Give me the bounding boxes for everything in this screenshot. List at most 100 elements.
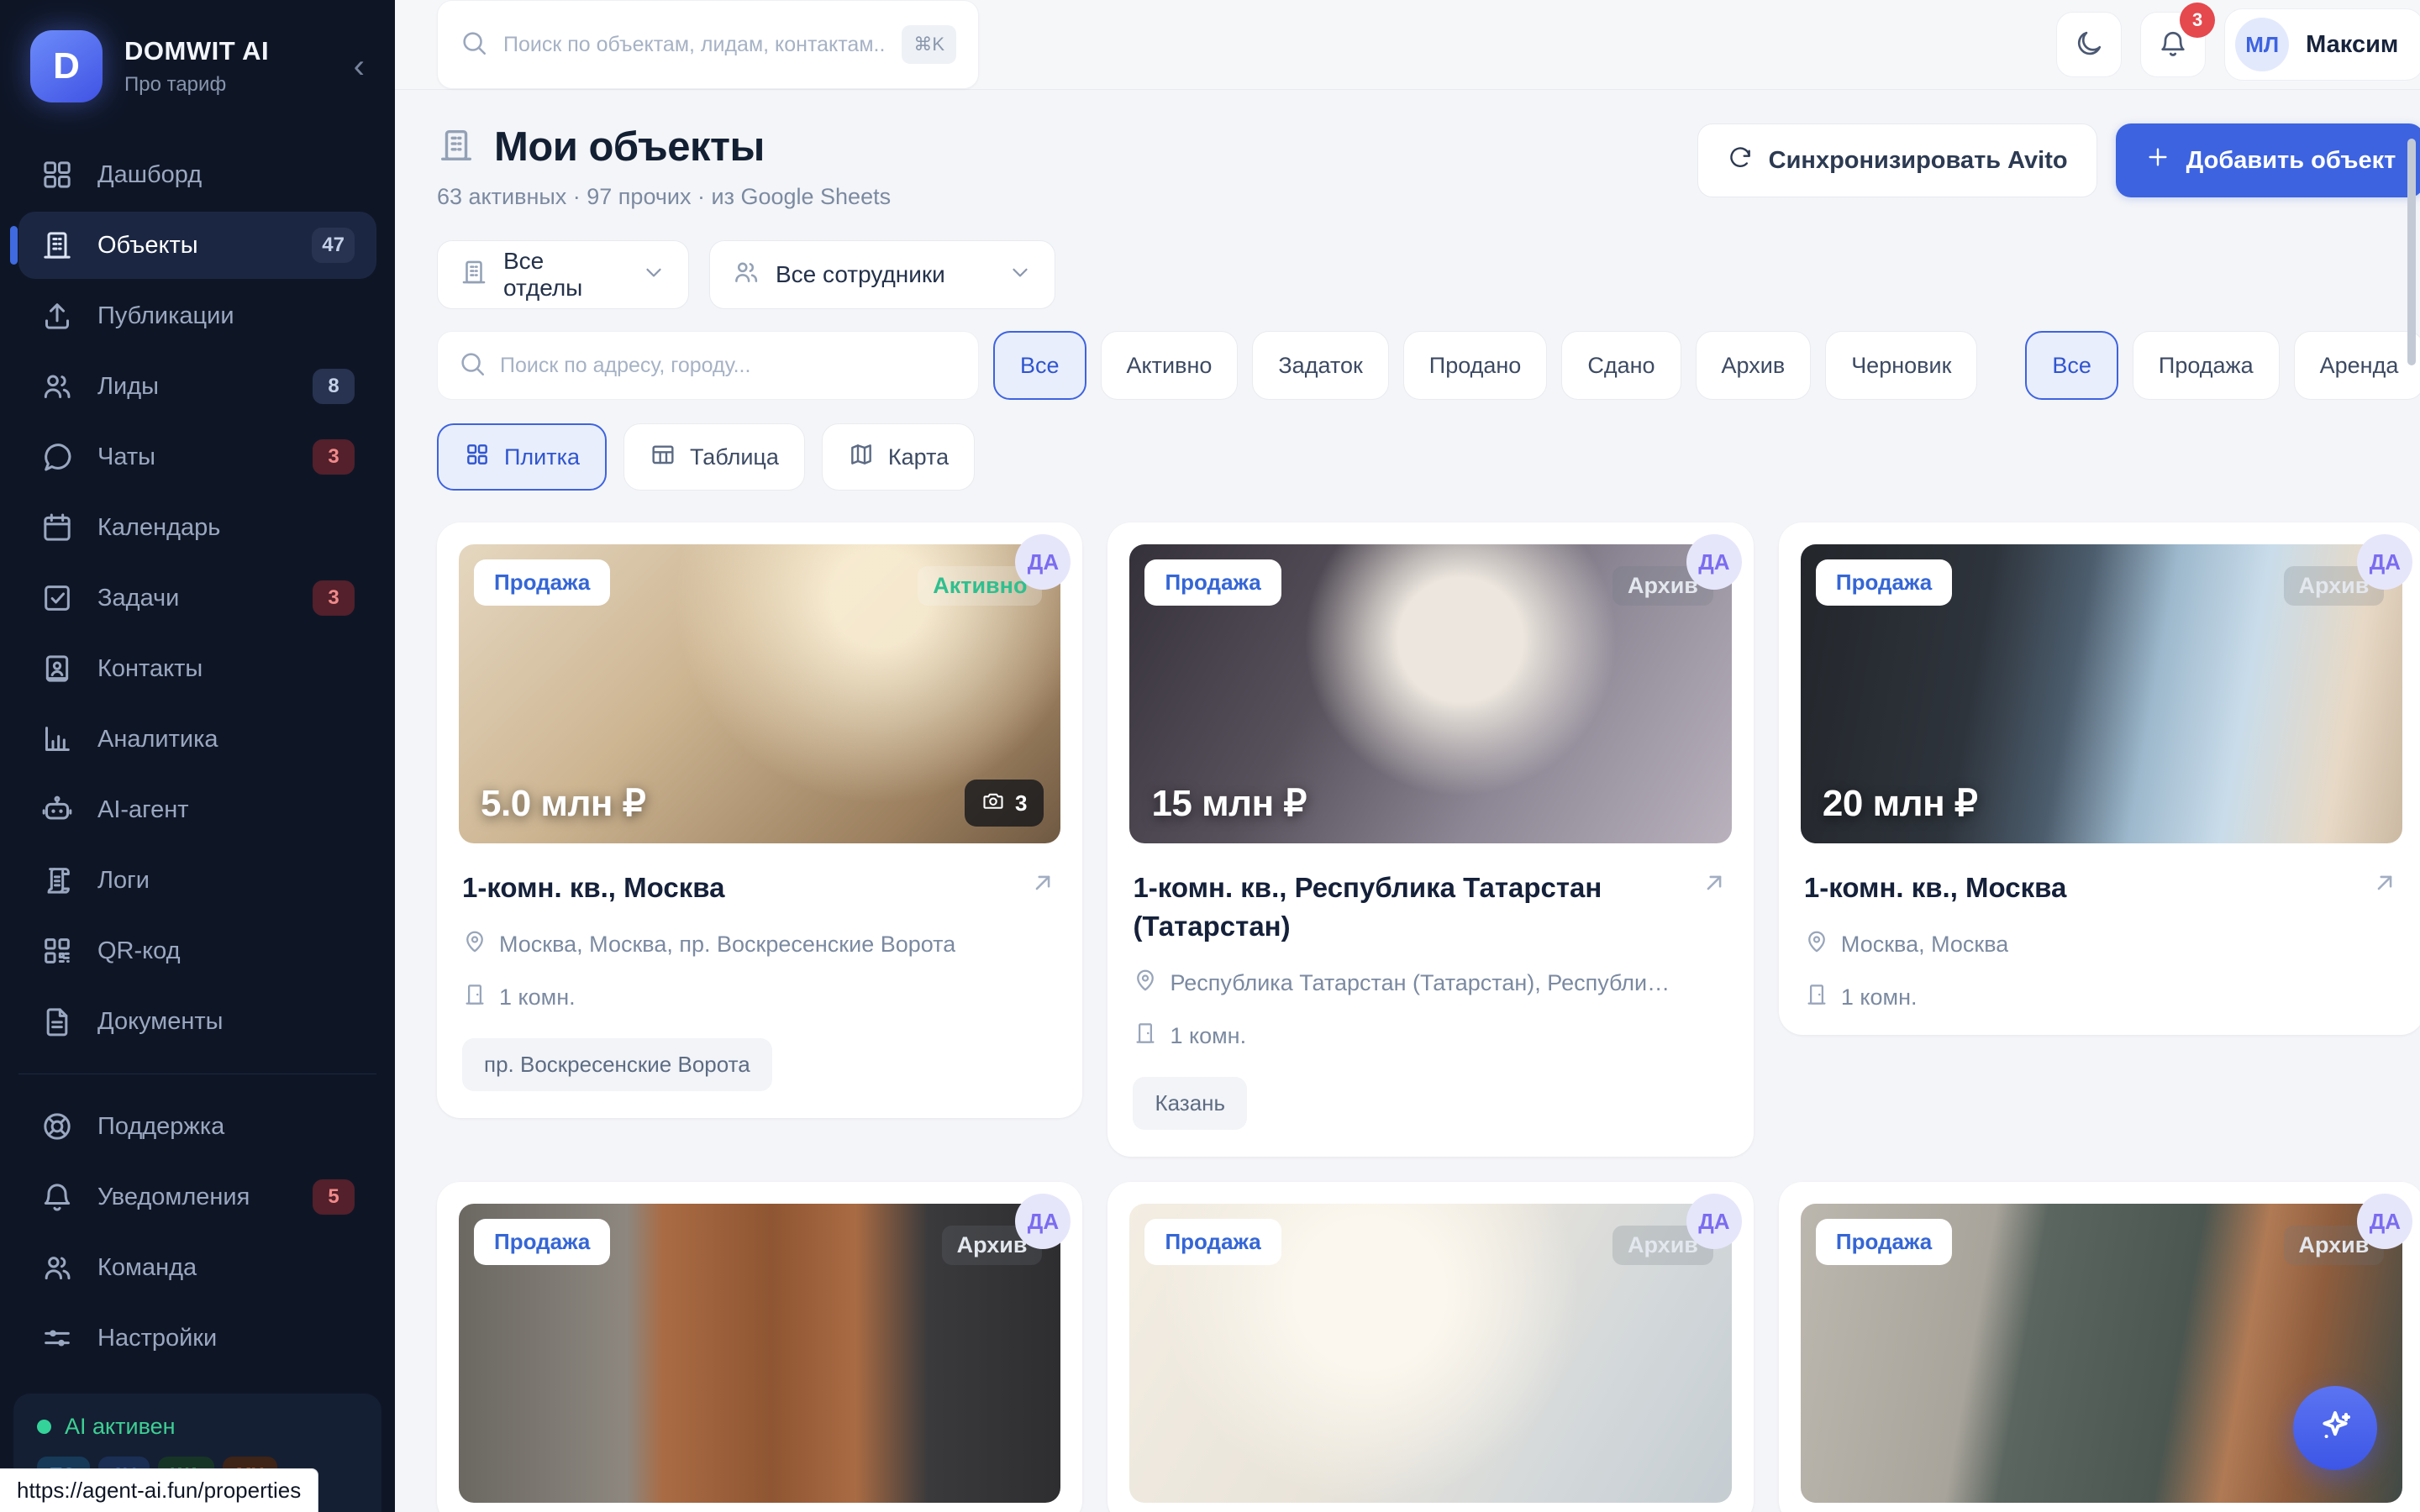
sidebar-item-label: Календарь xyxy=(97,514,220,542)
property-card[interactable]: ПродажаАрхивДА xyxy=(437,1182,1082,1512)
deal-type-badge: Продажа xyxy=(474,559,610,606)
status-chip-0[interactable]: Все xyxy=(993,331,1086,400)
sidebar-item-qr-code[interactable]: QR-код xyxy=(18,917,376,984)
sidebar-item-label: Чаты xyxy=(97,444,155,471)
sidebar-collapse-button[interactable]: ‹ xyxy=(354,50,365,83)
open-property-link[interactable] xyxy=(1028,869,1057,901)
department-dropdown[interactable]: Все отделы xyxy=(437,240,689,309)
deal-type-badge: Продажа xyxy=(1816,1219,1952,1265)
sidebar-item-team[interactable]: Команда xyxy=(18,1234,376,1301)
sidebar-item-badge: 47 xyxy=(312,228,355,263)
sidebar-item-analytics[interactable]: Аналитика xyxy=(18,706,376,773)
property-tag: пр. Воскресенские Ворота xyxy=(462,1038,772,1091)
refresh-icon xyxy=(1727,144,1754,177)
sidebar-item-documents[interactable]: Документы xyxy=(18,988,376,1055)
scrollbar-thumb[interactable] xyxy=(2407,139,2416,365)
property-card[interactable]: ПродажаАрхив15 млн ₽ДА1-комн. кв., Респу… xyxy=(1107,522,1753,1157)
photo-count: 3 xyxy=(1015,790,1027,816)
sidebar-item-dashboard[interactable]: Дашборд xyxy=(18,141,376,208)
dropdown-row: Все отделы Все сотрудники xyxy=(437,240,2420,309)
property-rooms: 1 комн. xyxy=(1129,1021,1731,1052)
filter-chips: ВсеАктивноЗадатокПроданоСданоАрхивЧернов… xyxy=(993,331,2420,400)
property-photo: ПродажаАрхив15 млн ₽ xyxy=(1129,544,1731,843)
sidebar-item-label: QR-код xyxy=(97,937,181,965)
sidebar-item-tasks[interactable]: Задачи3 xyxy=(18,564,376,632)
property-card[interactable]: ПродажаАрхив20 млн ₽ДА1-комн. кв., Москв… xyxy=(1779,522,2420,1035)
sidebar-item-leads[interactable]: Лиды8 xyxy=(18,353,376,420)
view-mode-1[interactable]: Таблица xyxy=(623,423,805,491)
theme-toggle-button[interactable] xyxy=(2056,12,2122,77)
sidebar-item-contacts[interactable]: Контакты xyxy=(18,635,376,702)
view-mode-0[interactable]: Плитка xyxy=(437,423,607,491)
sidebar-nav-footer: ПоддержкаУведомления5КомандаНастройки xyxy=(0,1093,395,1372)
address-search[interactable] xyxy=(437,331,979,400)
property-location: Москва, Москва, пр. Воскресенские Ворота xyxy=(459,929,1060,960)
location-text: Москва, Москва, пр. Воскресенские Ворота xyxy=(499,932,955,958)
sidebar-item-label: AI-агент xyxy=(97,796,189,824)
app-identity: DOMWIT AI Про тариф xyxy=(124,36,269,97)
user-menu[interactable]: МЛ Максим xyxy=(2224,8,2420,81)
property-grid: ПродажаАктивно5.0 млн ₽3ДА1-комн. кв., М… xyxy=(437,522,2420,1512)
sidebar-item-calendar[interactable]: Календарь xyxy=(18,494,376,561)
status-chip-5[interactable]: Архив xyxy=(1696,331,1812,400)
property-card[interactable]: ПродажаАктивно5.0 млн ₽3ДА1-комн. кв., М… xyxy=(437,522,1082,1118)
address-search-input[interactable] xyxy=(500,354,958,378)
ai-assistant-fab[interactable] xyxy=(2293,1386,2377,1470)
status-chip-6[interactable]: Черновик xyxy=(1825,331,1977,400)
sidebar-item-support[interactable]: Поддержка xyxy=(18,1093,376,1160)
ai-badge: ДА xyxy=(1686,534,1742,590)
door-icon xyxy=(462,982,487,1013)
open-property-link[interactable] xyxy=(1700,869,1728,901)
sync-avito-button[interactable]: Синхронизировать Avito xyxy=(1697,123,2097,197)
sidebar-item-publications[interactable]: Публикации xyxy=(18,282,376,349)
sidebar-item-settings[interactable]: Настройки xyxy=(18,1305,376,1372)
add-object-label: Добавить объект xyxy=(2186,147,2396,175)
employees-dropdown[interactable]: Все сотрудники xyxy=(709,240,1055,309)
sidebar-item-ai-agent[interactable]: AI-агент xyxy=(18,776,376,843)
price-label: 20 млн ₽ xyxy=(1823,782,1977,825)
status-chip-3[interactable]: Продано xyxy=(1403,331,1548,400)
sidebar-item-notifications[interactable]: Уведомления5 xyxy=(18,1163,376,1231)
sidebar-item-label: Дашборд xyxy=(97,161,202,189)
price-label: 5.0 млн ₽ xyxy=(481,782,645,825)
notification-count-badge: 3 xyxy=(2180,3,2215,38)
ai-badge: ДА xyxy=(1015,1194,1071,1249)
card-title-row: 1-комн. кв., Москва xyxy=(1801,869,2402,907)
deal-chip-1[interactable]: Продажа xyxy=(2133,331,2280,400)
deal-chip-2[interactable]: Аренда xyxy=(2294,331,2420,400)
global-search[interactable]: ⌘K xyxy=(437,0,979,89)
door-icon xyxy=(1133,1021,1158,1052)
sidebar-item-logs[interactable]: Логи xyxy=(18,847,376,914)
sidebar-item-label: Объекты xyxy=(97,232,198,260)
search-shortcut-kbd: ⌘K xyxy=(902,25,956,64)
sidebar-item-objects[interactable]: Объекты 47 xyxy=(18,212,376,279)
moon-icon xyxy=(2074,29,2104,61)
page-title: Мои объекты xyxy=(494,123,765,171)
sidebar-item-label: Уведомления xyxy=(97,1184,250,1211)
camera-icon xyxy=(981,789,1005,818)
status-chip-1[interactable]: Активно xyxy=(1101,331,1239,400)
sparkles-icon xyxy=(2315,1407,2355,1450)
ai-status: AI активен xyxy=(37,1414,358,1440)
view-mode-2[interactable]: Карта xyxy=(822,423,975,491)
notifications-button[interactable]: 3 xyxy=(2140,12,2206,77)
status-chip-2[interactable]: Задаток xyxy=(1252,331,1388,400)
status-chip-4[interactable]: Сдано xyxy=(1561,331,1681,400)
view-mode-label: Плитка xyxy=(504,444,580,470)
building-icon xyxy=(437,126,476,169)
open-property-link[interactable] xyxy=(2370,869,2399,901)
doc-icon xyxy=(40,1005,74,1038)
chevron-down-icon xyxy=(641,260,666,291)
rooms-text: 1 комн. xyxy=(499,984,576,1011)
users-icon xyxy=(732,258,760,292)
add-object-button[interactable]: Добавить объект xyxy=(2116,123,2420,197)
sidebar-item-chats[interactable]: Чаты3 xyxy=(18,423,376,491)
property-card[interactable]: ПродажаАрхивДА xyxy=(1107,1182,1753,1512)
pin-icon xyxy=(1804,929,1829,960)
ai-badge: ДА xyxy=(1686,1194,1742,1249)
topbar-right: 3 МЛ Максим xyxy=(2056,8,2420,81)
property-photo: ПродажаАрхив xyxy=(1129,1204,1731,1503)
global-search-input[interactable] xyxy=(503,33,886,57)
sidebar-item-label: Лиды xyxy=(97,373,159,401)
deal-chip-0[interactable]: Все xyxy=(2025,331,2118,400)
